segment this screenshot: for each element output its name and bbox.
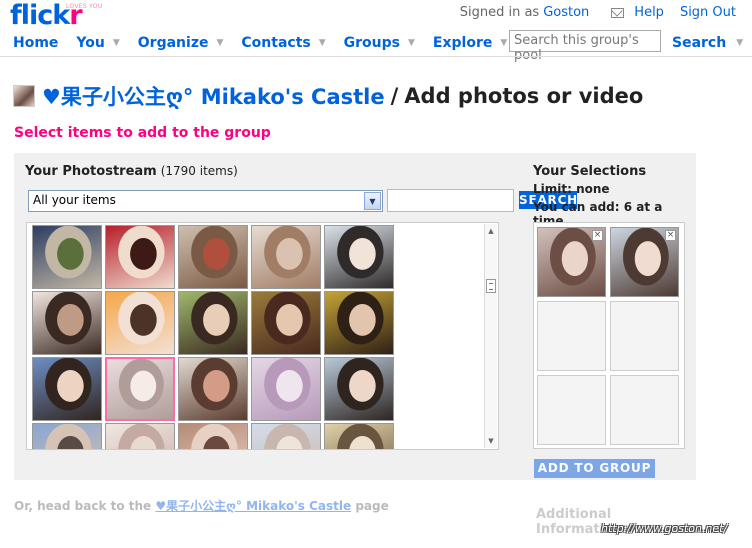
photostream-label: Your Photostream (1790 items) [25, 164, 238, 179]
photo-thumbnail[interactable] [105, 423, 175, 449]
photo-thumbnail[interactable] [178, 357, 248, 421]
chevron-down-icon[interactable]: ▼ [319, 38, 326, 48]
photo-thumbnail[interactable] [32, 423, 102, 449]
thumbnail-list [32, 225, 394, 449]
nav-explore[interactable]: Explore ▼ [433, 35, 507, 51]
photo-thumbnail[interactable] [251, 357, 321, 421]
chevron-down-icon[interactable]: ▼ [364, 192, 381, 210]
add-items-panel: Your Photostream (1790 items) All your it… [14, 153, 696, 480]
logo-tagline: LOVES YOU [66, 3, 103, 10]
photo-thumbnail[interactable] [32, 357, 102, 421]
remove-selection-icon[interactable]: × [665, 230, 676, 241]
group-search-input[interactable]: Search this group's pool [509, 30, 661, 63]
chevron-down-icon[interactable]: ▼ [113, 38, 120, 48]
add-to-group-button[interactable]: ADD TO GROUP [534, 459, 655, 478]
photo-grid-scrollbar[interactable]: ▲ ▼ [484, 224, 497, 448]
page-title: ♥果子小公主ღ° Mikako's Castle / Add photos or… [13, 81, 643, 111]
nav-home[interactable]: Home [13, 35, 58, 51]
photo-thumbnail[interactable] [178, 291, 248, 355]
empty-selection-slot [610, 301, 679, 371]
nav-contacts[interactable]: Contacts ▼ [241, 35, 325, 51]
empty-selection-slot [610, 375, 679, 445]
username-link[interactable]: Goston [543, 5, 589, 20]
nav-you[interactable]: You ▼ [76, 35, 119, 51]
photo-thumbnail[interactable] [105, 357, 175, 421]
photo-thumbnail[interactable] [251, 291, 321, 355]
remove-selection-icon[interactable]: × [592, 230, 603, 241]
photo-thumbnail[interactable] [324, 423, 394, 449]
photo-thumbnail[interactable] [324, 357, 394, 421]
nav-organize[interactable]: Organize ▼ [138, 35, 224, 51]
photo-thumbnail[interactable] [324, 225, 394, 289]
user-buddy-icon[interactable] [13, 85, 35, 107]
back-link-text: Or, head back to the ♥果子小公主ღ° Mikako's C… [14, 499, 389, 513]
photo-thumbnail[interactable] [178, 225, 248, 289]
header-divider [0, 56, 752, 57]
selection-slots: × × [537, 227, 679, 445]
signed-in-label: Signed in as [459, 5, 540, 20]
watermark: http://www.goston.net/ [601, 522, 728, 535]
help-link[interactable]: Help [634, 5, 664, 20]
chevron-down-icon[interactable]: ▼ [500, 38, 507, 48]
scroll-up-icon[interactable]: ▲ [485, 225, 497, 237]
photo-thumbnail[interactable] [32, 291, 102, 355]
selected-photo[interactable]: × [610, 227, 679, 297]
group-name-link[interactable]: ♥果子小公主ღ° Mikako's Castle [42, 81, 385, 111]
selections-limit: Limit: none [533, 182, 610, 196]
items-filter-select[interactable]: All your items ▼ [28, 190, 383, 212]
photo-thumbnail[interactable] [324, 291, 394, 355]
photo-thumbnail[interactable] [32, 225, 102, 289]
empty-selection-slot [537, 301, 606, 371]
main-nav: Home You ▼ Organize ▼ Contacts ▼ Groups ▼ Ex… [13, 35, 507, 51]
search-button[interactable]: Search ▼ [672, 35, 743, 51]
scroll-down-icon[interactable]: ▼ [485, 435, 497, 447]
nav-groups[interactable]: Groups ▼ [344, 35, 415, 51]
photo-thumbnail[interactable] [105, 291, 175, 355]
title-separator: / [390, 84, 399, 108]
selections-box: × × [533, 222, 685, 449]
selected-photo[interactable]: × [537, 227, 606, 297]
photostream-search-input[interactable] [387, 189, 514, 212]
chevron-down-icon[interactable]: ▼ [216, 38, 223, 48]
photo-thumbnail[interactable] [251, 423, 321, 449]
empty-selection-slot [537, 375, 606, 445]
photo-grid: ▲ ▼ [26, 222, 499, 450]
selections-title: Your Selections [533, 164, 647, 179]
chevron-down-icon[interactable]: ▼ [408, 38, 415, 48]
photostream-count: (1790 items) [160, 164, 238, 178]
title-text: Add photos or video [404, 84, 644, 108]
back-to-group-link[interactable]: ♥果子小公主ღ° Mikako's Castle [155, 499, 351, 513]
chevron-down-icon[interactable]: ▼ [736, 38, 743, 48]
sign-out-link[interactable]: Sign Out [680, 5, 736, 20]
account-bar: Signed in as Goston Help Sign Out [460, 5, 736, 20]
mail-icon[interactable] [611, 7, 625, 18]
photo-thumbnail[interactable] [251, 225, 321, 289]
scrollbar-thumb[interactable] [486, 279, 496, 293]
select-items-heading: Select items to add to the group [14, 125, 271, 141]
photo-thumbnail[interactable] [178, 423, 248, 449]
photo-thumbnail[interactable] [105, 225, 175, 289]
